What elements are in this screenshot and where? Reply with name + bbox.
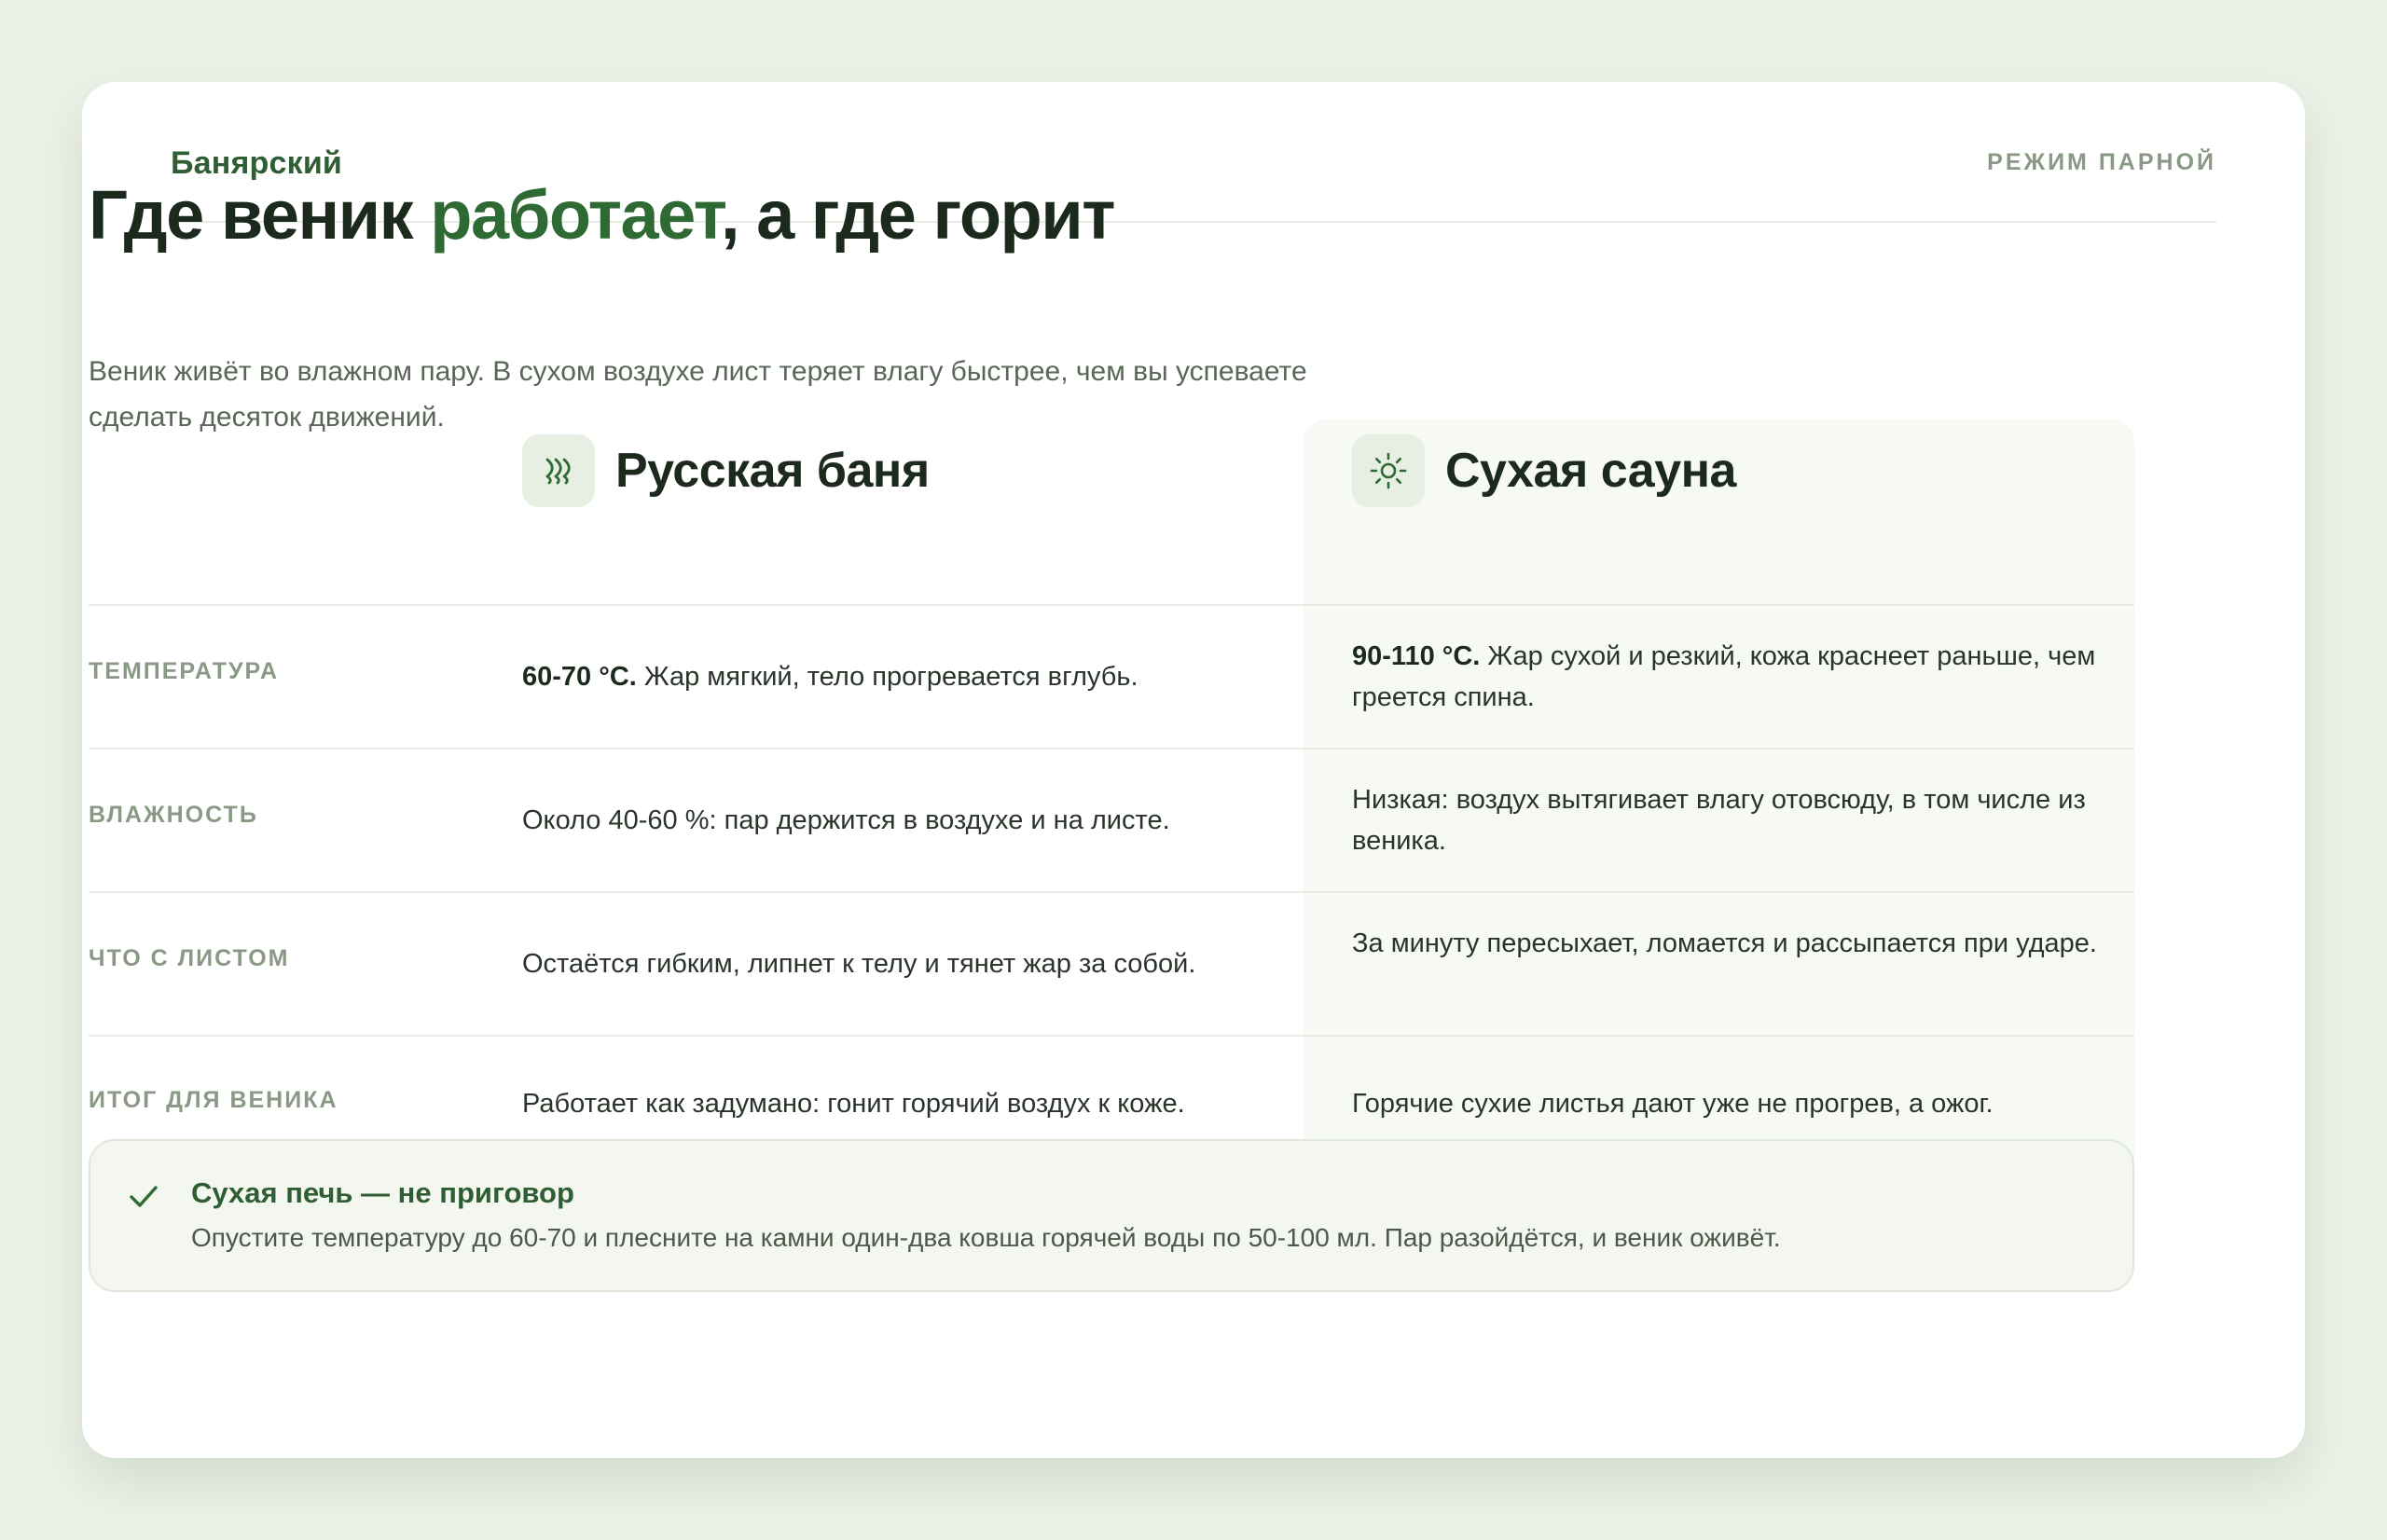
bath-value-text: Жар мягкий, тело прогревается вглубь.	[636, 662, 1138, 692]
check-icon	[126, 1178, 161, 1218]
row-label: ИТОГ ДЛЯ ВЕНИКА	[89, 1087, 338, 1113]
column-title-sauna: Сухая сауна	[1445, 444, 1736, 498]
title-part-start: Где веник	[89, 176, 431, 254]
sauna-cell: Горячие сухие листья дают уже не прогрев…	[1352, 1089, 1994, 1119]
mode-label: РЕЖИМ ПАРНОЙ	[1987, 149, 2216, 175]
column-title-bath: Русская баня	[615, 444, 930, 498]
bath-value-strong: 60-70 °C.	[522, 662, 637, 692]
sun-icon	[1352, 434, 1425, 507]
sauna-value-strong: 90-110 °C.	[1352, 641, 1481, 671]
page-title: Где веник работает, а где горит	[89, 175, 1116, 254]
comparison-row-humidity: ВЛАЖНОСТЬ Около 40-60 %: пар держится в …	[89, 748, 2134, 893]
title-part-end: , а где горит	[720, 176, 1116, 254]
comparison-row-leaf: ЧТО С ЛИСТОМ Остаётся гибким, липнет к т…	[89, 891, 2134, 1037]
title-accent: работает	[430, 176, 722, 254]
row-label: ВЛАЖНОСТЬ	[89, 802, 258, 828]
steam-icon	[522, 434, 595, 507]
comparison-row-temperature: ТЕМПЕРАТУРА 60-70 °C. Жар мягкий, тело п…	[89, 604, 2134, 749]
bath-cell: 60-70 °C. Жар мягкий, тело прогревается …	[522, 656, 1287, 697]
tip-title: Сухая печь — не приговор	[191, 1176, 574, 1209]
column-header-bath: Русская баня	[522, 419, 930, 522]
column-header-sauna: Сухая сауна	[1352, 419, 1736, 522]
bath-cell: Работает как задумано: гонит горячий воз…	[522, 1089, 1185, 1119]
tip-box: Сухая печь — не приговор Опустите темпер…	[89, 1139, 2134, 1292]
row-label: ТЕМПЕРАТУРА	[89, 658, 280, 684]
bath-cell: Остаётся гибким, липнет к телу и тянет ж…	[522, 949, 1196, 979]
sauna-cell: Низкая: воздух вытягивает влагу отовсюду…	[1352, 785, 2086, 856]
sauna-cell: За минуту пересыхает, ломается и рассыпа…	[1352, 928, 2097, 958]
tip-text: Опустите температуру до 60-70 и плесните…	[191, 1223, 1781, 1252]
row-label: ЧТО С ЛИСТОМ	[89, 945, 290, 971]
bath-cell: Около 40-60 %: пар держится в воздухе и …	[522, 805, 1170, 835]
sauna-cell: 90-110 °C. Жар сухой и резкий, кожа крас…	[1352, 636, 2098, 718]
